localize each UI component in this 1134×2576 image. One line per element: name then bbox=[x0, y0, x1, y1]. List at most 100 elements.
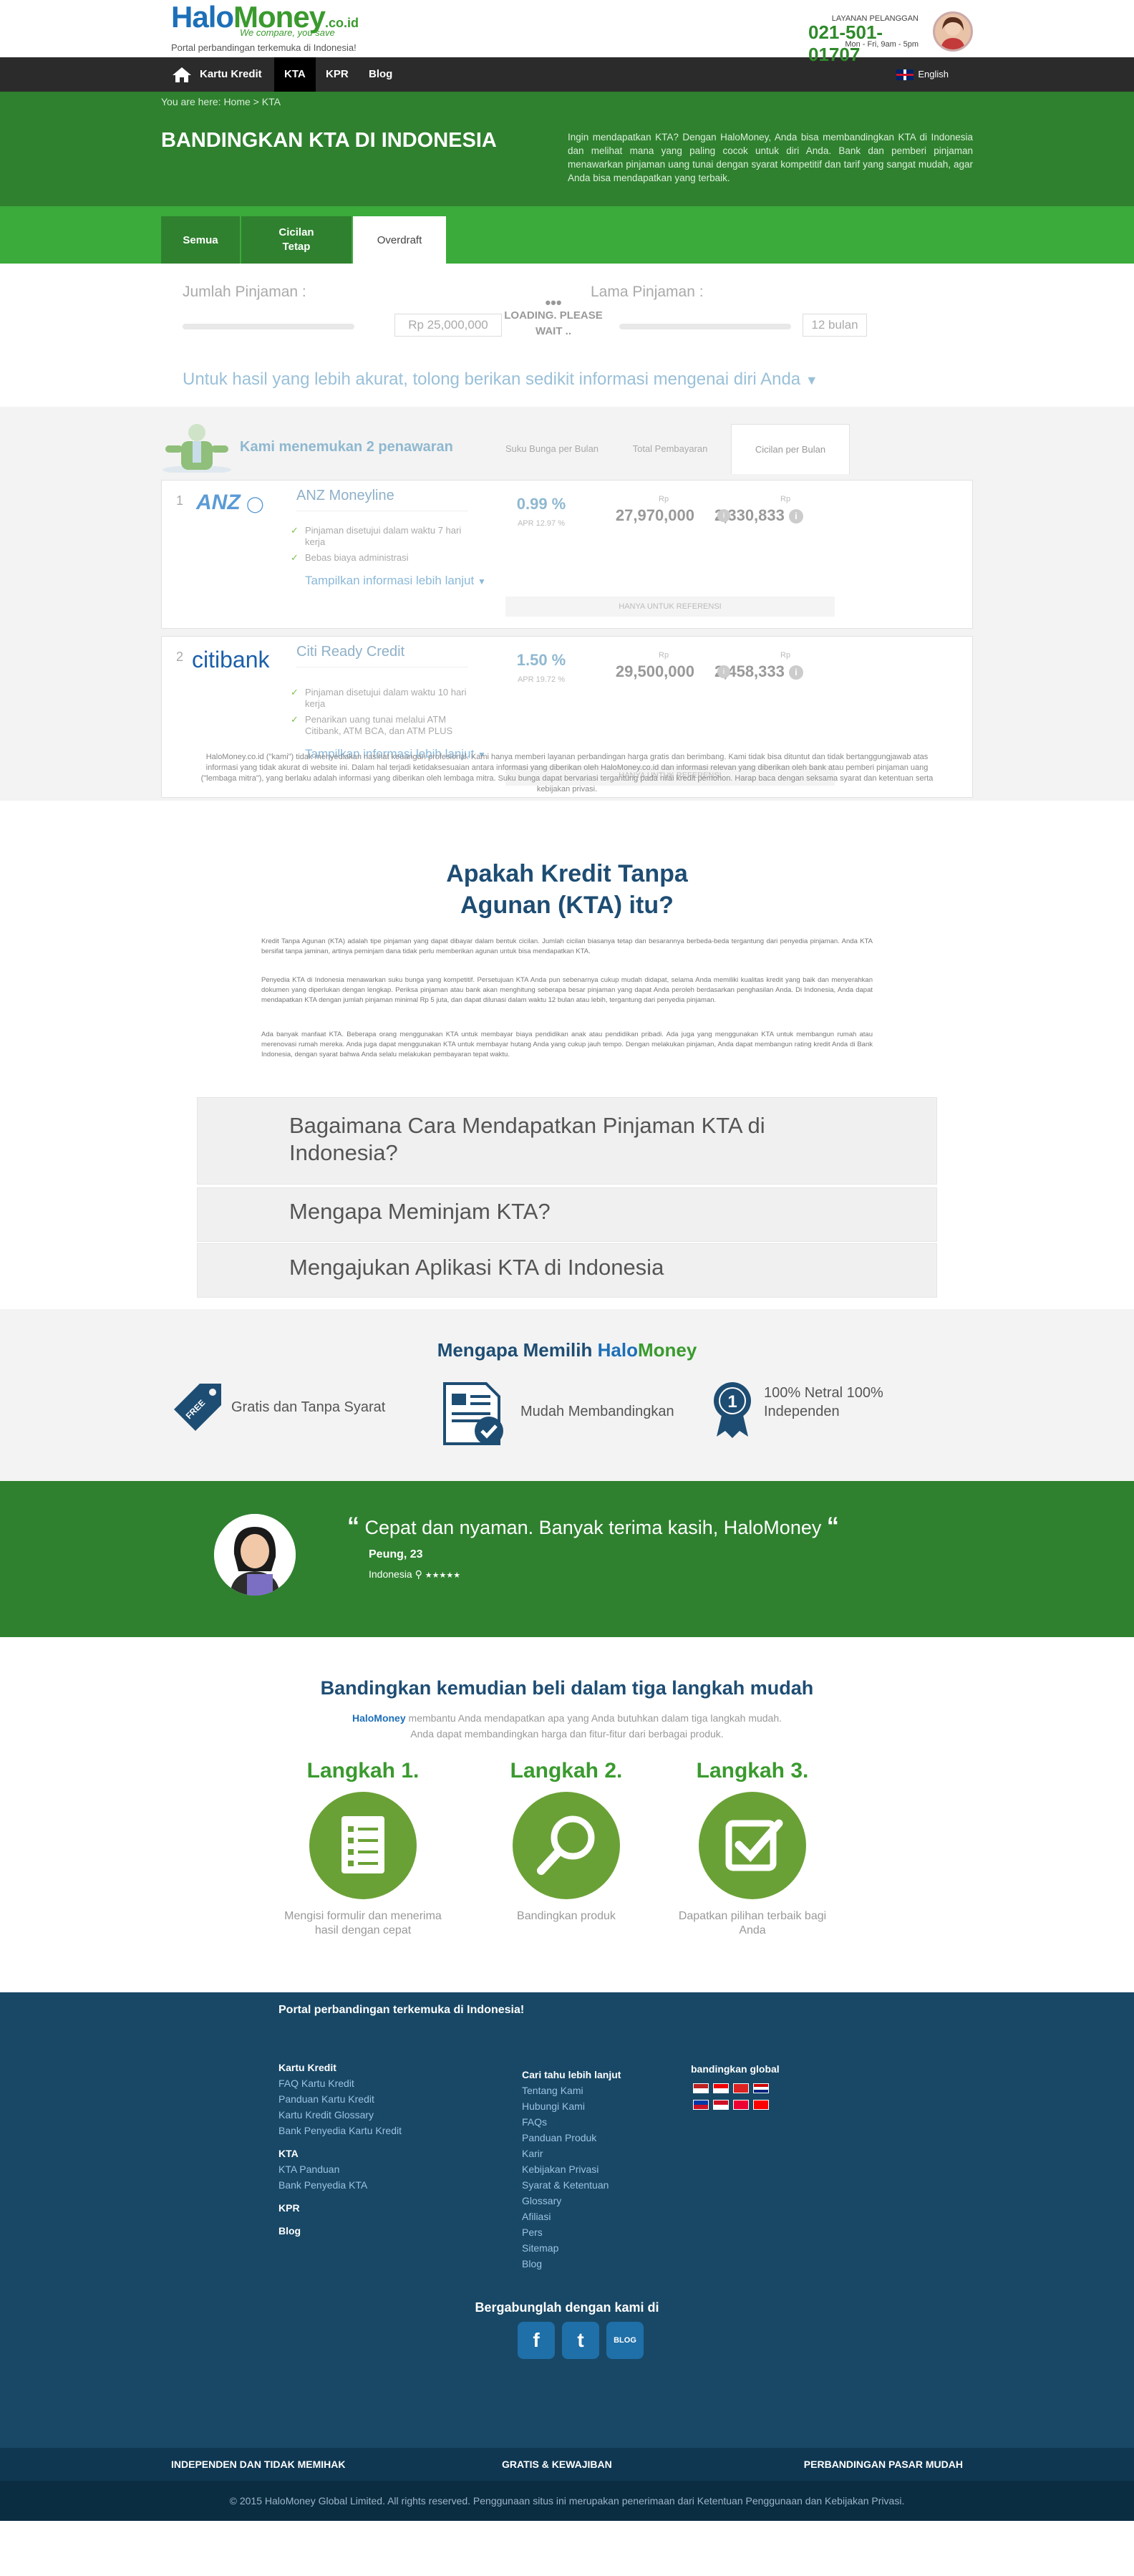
facebook-icon[interactable]: f bbox=[518, 2322, 555, 2359]
step-2: Langkah 2. Bandingkan produk bbox=[510, 1759, 623, 1922]
paragraph: Kredit Tanpa Agunan (KTA) adalah tipe pi… bbox=[261, 937, 873, 955]
location-pin-icon: ⚲ bbox=[415, 1568, 422, 1580]
footer-link[interactable]: Pers bbox=[522, 2224, 621, 2240]
info-icon[interactable]: i bbox=[717, 665, 730, 678]
offer-rank: 2 bbox=[176, 650, 184, 664]
flag-icon[interactable] bbox=[733, 2083, 749, 2093]
flag-icon[interactable] bbox=[693, 2100, 709, 2110]
flag-icon[interactable] bbox=[713, 2083, 729, 2093]
tab-overdraft[interactable]: Overdraft bbox=[353, 216, 446, 264]
sort-monthly-installment[interactable]: Cicilan per Bulan bbox=[731, 424, 850, 474]
footer-link[interactable]: Karir bbox=[522, 2146, 621, 2161]
accordion-how-to-get[interactable]: Bagaimana Cara Mendapatkan Pinjaman KTA … bbox=[197, 1097, 937, 1185]
section-title: Bandingkan kemudian beli dalam tiga lang… bbox=[320, 1677, 814, 1699]
footer-link[interactable]: Bank Penyedia KTA bbox=[278, 2177, 402, 2193]
footer-heading: Cari tahu lebih lanjut bbox=[522, 2069, 621, 2080]
loan-term-field[interactable]: 12 bulan bbox=[803, 314, 867, 337]
footer-heading[interactable]: Blog bbox=[278, 2223, 402, 2239]
footer-link[interactable]: Hubungi Kami bbox=[522, 2098, 621, 2114]
info-icon[interactable]: i bbox=[717, 509, 730, 522]
svg-text:1: 1 bbox=[727, 1392, 737, 1412]
footer-heading[interactable]: Kartu Kredit bbox=[278, 2060, 402, 2075]
mascot-image bbox=[161, 421, 233, 474]
form-icon bbox=[309, 1792, 417, 1899]
footer-link[interactable]: Afiliasi bbox=[522, 2209, 621, 2224]
currency-label: Rp bbox=[659, 651, 669, 660]
step-1: Langkah 1. Mengisi formulir dan menerima… bbox=[284, 1759, 442, 1936]
footer-heading[interactable]: KTA bbox=[278, 2146, 402, 2161]
interest-rate: 1.50 % bbox=[516, 651, 566, 669]
flag-icon[interactable] bbox=[693, 2083, 709, 2093]
footer-link[interactable]: Sitemap bbox=[522, 2240, 621, 2256]
chevron-down-icon: ▼ bbox=[805, 373, 818, 387]
footer-link[interactable]: Panduan Kartu Kredit bbox=[278, 2091, 402, 2107]
sort-total-payment[interactable]: Total Pembayaran bbox=[611, 424, 730, 474]
loan-amount-field[interactable]: Rp 25,000,000 bbox=[394, 314, 502, 337]
free-tag-icon: FREE bbox=[174, 1384, 221, 1431]
total-payment: 27,970,000 bbox=[615, 506, 694, 524]
flag-icon[interactable] bbox=[753, 2083, 769, 2093]
section-title: Mengapa Memilih HaloMoney bbox=[437, 1339, 697, 1361]
footer-link[interactable]: Syarat & Ketentuan bbox=[522, 2177, 621, 2193]
flag-icon[interactable] bbox=[713, 2100, 729, 2110]
currency-label: Rp bbox=[780, 495, 791, 503]
copyright: © 2015 HaloMoney Global Limited. All rig… bbox=[229, 2495, 905, 2507]
loan-term-slider[interactable] bbox=[619, 324, 791, 329]
footer-link[interactable]: Kartu Kredit Glossary bbox=[278, 2107, 402, 2123]
sort-interest-rate[interactable]: Suku Bunga per Bulan bbox=[488, 424, 616, 474]
footer-link[interactable]: FAQs bbox=[522, 2114, 621, 2130]
footer-heading: bandingkan global bbox=[691, 2063, 780, 2075]
nav-kartu-kredit[interactable]: Kartu Kredit bbox=[190, 57, 272, 92]
site-tagline: Portal perbandingan terkemuka di Indones… bbox=[171, 42, 357, 53]
twitter-icon[interactable]: t bbox=[562, 2322, 599, 2359]
footer-link[interactable]: Glossary bbox=[522, 2193, 621, 2209]
accordion-why-borrow[interactable]: Mengapa Meminjam KTA? bbox=[197, 1187, 937, 1242]
offer-feature: Pinjaman disetujui dalam waktu 7 hari ke… bbox=[291, 525, 470, 548]
info-icon[interactable]: i bbox=[788, 509, 803, 524]
more-info-toggle[interactable]: Untuk hasil yang lebih akurat, tolong be… bbox=[183, 370, 818, 390]
loading-indicator: ••• LOADING. PLEASE WAIT .. bbox=[504, 294, 603, 338]
paragraph: Penyedia KTA di Indonesia menawarkan suk… bbox=[261, 976, 873, 1004]
why-halomoney: Mengapa Memilih HaloMoney FREE Gratis da… bbox=[0, 1309, 1134, 1481]
footer-link[interactable]: Bank Penyedia Kartu Kredit bbox=[278, 2123, 402, 2138]
footer-link[interactable]: Kebijakan Privasi bbox=[522, 2161, 621, 2177]
paragraph: Ada banyak manfaat KTA. Beberapa orang m… bbox=[261, 1031, 873, 1058]
cs-agent-avatar bbox=[933, 11, 973, 52]
nav-kpr[interactable]: KPR bbox=[316, 57, 359, 92]
footer-link[interactable]: KTA Panduan bbox=[278, 2161, 402, 2177]
language-switch[interactable]: English bbox=[886, 57, 959, 92]
show-more-link[interactable]: Tampilkan informasi lebih lanjut ▼ bbox=[305, 574, 486, 588]
currency-label: Rp bbox=[659, 495, 669, 503]
footer-link[interactable]: FAQ Kartu Kredit bbox=[278, 2075, 402, 2091]
magnifier-icon bbox=[513, 1792, 620, 1899]
testimonial-location: Indonesia ⚲ ★★★★★ bbox=[369, 1568, 461, 1580]
apr: APR 19.72 % bbox=[517, 675, 566, 684]
blog-icon[interactable]: BLOG bbox=[606, 2322, 644, 2359]
footer-heading[interactable]: KPR bbox=[278, 2200, 402, 2216]
offer-name[interactable]: Citi Ready Credit bbox=[296, 644, 404, 660]
product-tabs: Semua Cicilan Tetap Overdraft bbox=[0, 206, 1134, 264]
footer-link[interactable]: Blog bbox=[522, 2256, 621, 2272]
offer-name[interactable]: ANZ Moneyline bbox=[296, 488, 394, 504]
flag-icon[interactable] bbox=[753, 2100, 769, 2110]
footer-link[interactable]: Panduan Produk bbox=[522, 2130, 621, 2146]
info-icon[interactable]: i bbox=[788, 665, 803, 680]
footer-value: INDEPENDEN DAN TIDAK MEMIHAK bbox=[171, 2459, 346, 2470]
breadcrumb[interactable]: You are here: Home > KTA bbox=[161, 96, 281, 107]
nav-kta[interactable]: KTA bbox=[274, 57, 316, 92]
accordion-apply[interactable]: Mengajukan Aplikasi KTA di Indonesia bbox=[197, 1243, 937, 1298]
country-flags bbox=[691, 2081, 784, 2114]
apr: APR 12.97 % bbox=[517, 519, 566, 528]
tab-cicilan-tetap[interactable]: Cicilan Tetap bbox=[241, 216, 352, 264]
halomoney-logo[interactable]: HaloMoney.co.id We compare, you save Por… bbox=[171, 1, 364, 54]
loan-term-label: Lama Pinjaman : bbox=[591, 284, 704, 300]
footer-link[interactable]: Tentang Kami bbox=[522, 2083, 621, 2098]
loan-amount-slider[interactable] bbox=[183, 324, 354, 329]
anz-logo: ANZ ◯ bbox=[196, 491, 264, 514]
tab-semua[interactable]: Semua bbox=[161, 216, 240, 264]
rating-stars: ★★★★★ bbox=[425, 1571, 461, 1580]
interest-rate: 0.99 % bbox=[516, 495, 566, 513]
nav-blog[interactable]: Blog bbox=[359, 57, 402, 92]
flag-icon[interactable] bbox=[733, 2100, 749, 2110]
hero-description: Ingin mendapatkan KTA? Dengan HaloMoney,… bbox=[568, 132, 973, 183]
